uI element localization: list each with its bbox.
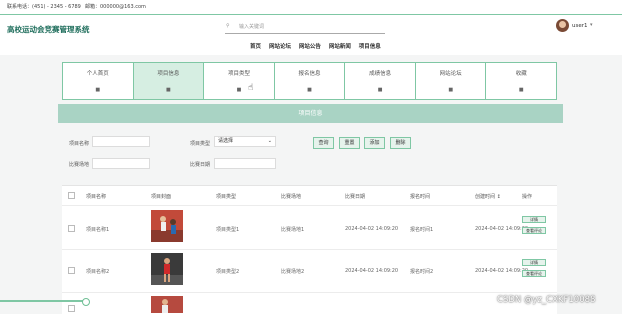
header-venue: 比赛场地	[281, 194, 302, 200]
home-icon: ■	[166, 87, 171, 93]
row-checkbox[interactable]	[68, 267, 75, 274]
type-select-value: 请选择	[218, 138, 234, 144]
cell-signup: 报名时间1	[410, 227, 434, 233]
top-info-bar: 联系电话：(451) - 2345 - 6789 邮箱：000000@163.c…	[0, 0, 622, 15]
top-nav: 首页 网站论坛 网站公告 网站新闻 项目信息	[250, 42, 387, 50]
tab-forum[interactable]: 网站论坛 ■	[416, 63, 487, 99]
row-divider	[62, 292, 557, 293]
tab-label: 成绩信息	[369, 71, 392, 77]
cell-date: 2024-04-02 14:09:20	[345, 226, 399, 232]
row-divider	[62, 205, 557, 206]
project-cover-image[interactable]	[151, 296, 183, 313]
home-icon: ■	[448, 87, 454, 93]
name-filter-label: 项目名称	[69, 141, 90, 147]
site-header: 高校运动会竞赛管理系统 ⚲ 输入关键词 首页 网站论坛 网站公告 网站新闻 项目…	[0, 15, 622, 55]
venue-filter-label: 比赛场地	[69, 162, 90, 168]
avatar[interactable]	[556, 19, 569, 32]
header-type: 项目类型	[216, 194, 237, 200]
tab-label: 报名信息	[298, 71, 321, 77]
site-title: 高校运动会竞赛管理系统	[7, 25, 90, 34]
cell-created: 2024-04-02 14:09:20	[475, 268, 529, 274]
hand-cursor-icon: ☝	[248, 83, 254, 93]
chevron-down-icon: ⌄	[267, 138, 272, 144]
name-filter-input[interactable]	[92, 136, 150, 147]
reset-button[interactable]: 重置	[339, 137, 360, 149]
username[interactable]: user1	[572, 23, 588, 29]
header-date: 比赛日期	[345, 194, 366, 200]
tab-score[interactable]: 成绩信息 ■	[345, 63, 416, 99]
project-cover-image[interactable]	[151, 210, 183, 242]
cell-date: 2024-04-02 14:09:20	[345, 268, 399, 274]
cell-type: 项目类型1	[216, 227, 240, 233]
delete-button[interactable]: 删除	[390, 137, 411, 149]
tab-label: 项目信息	[157, 71, 180, 77]
select-all-checkbox[interactable]	[68, 192, 75, 199]
header-actions: 操作	[522, 194, 533, 200]
type-filter-label: 项目类型	[190, 141, 211, 147]
nav-project-info[interactable]: 项目信息	[359, 42, 381, 50]
contact-email: 邮箱：000000@163.com	[85, 4, 146, 10]
contact-phone: 联系电话：(451) - 2345 - 6789	[7, 4, 81, 10]
header-created[interactable]: 创建时间 ↕	[475, 193, 501, 200]
date-filter-input[interactable]	[214, 158, 276, 169]
center-tabs: 个人首页 ■ 项目信息 ■ 项目类型 ■ 报名信息 ■ 成绩信息 ■ 网站论坛 ■ 收藏 ■	[62, 62, 557, 100]
home-icon: ■	[95, 87, 101, 93]
cell-name: 项目名称1	[86, 227, 110, 233]
project-cover-image[interactable]	[151, 253, 183, 285]
header-name: 项目名称	[86, 194, 107, 200]
cell-name: 项目名称2	[86, 269, 110, 275]
nav-news[interactable]: 网站新闻	[329, 42, 351, 50]
horizontal-scrollbar[interactable]	[0, 300, 88, 302]
tab-project-type[interactable]: 项目类型 ■	[204, 63, 275, 99]
scrollbar-handle[interactable]	[82, 298, 90, 306]
type-filter-select[interactable]: 请选择 ⌄	[214, 136, 276, 147]
chevron-down-icon[interactable]: ▾	[590, 22, 593, 28]
add-button[interactable]: 添加	[364, 137, 385, 149]
query-button[interactable]: 查询	[313, 137, 334, 149]
detail-button[interactable]: 详情	[522, 259, 546, 266]
search-placeholder: 输入关键词	[239, 24, 265, 30]
section-banner: 项目信息	[58, 104, 563, 123]
tab-label: 个人首页	[86, 71, 109, 77]
home-icon: ■	[307, 87, 312, 93]
header-signup: 报名时间	[410, 194, 431, 200]
row-divider	[62, 249, 557, 250]
date-filter-label: 比赛日期	[190, 162, 211, 168]
venue-filter-input[interactable]	[92, 158, 150, 169]
row-checkbox[interactable]	[68, 305, 75, 312]
home-icon: ■	[518, 87, 524, 93]
tab-profile[interactable]: 个人首页 ■	[63, 63, 134, 99]
nav-home[interactable]: 首页	[250, 42, 261, 50]
tab-project-info[interactable]: 项目信息 ■	[133, 63, 205, 99]
tab-label: 项目类型	[227, 71, 250, 77]
tab-signup[interactable]: 报名信息 ■	[275, 63, 346, 99]
nav-forum[interactable]: 网站论坛	[269, 42, 291, 50]
cell-venue: 比赛场地1	[281, 227, 305, 233]
tab-label: 收藏	[515, 71, 527, 77]
tab-favorites[interactable]: 收藏 ■	[486, 63, 556, 99]
header-cover: 项目封面	[151, 194, 172, 200]
cell-type: 项目类型2	[216, 269, 240, 275]
cell-created: 2024-04-02 14:09:20	[475, 226, 529, 232]
detail-button[interactable]: 详情	[522, 216, 546, 223]
home-icon: ■	[377, 87, 383, 93]
nav-notice[interactable]: 网站公告	[299, 42, 321, 50]
home-icon: ■	[236, 87, 242, 93]
row-checkbox[interactable]	[68, 225, 75, 232]
view-comments-button[interactable]: 查看评论	[522, 270, 546, 277]
view-comments-button[interactable]: 查看评论	[522, 227, 546, 234]
search-icon: ⚲	[226, 23, 230, 29]
cell-venue: 比赛场地2	[281, 269, 305, 275]
tab-label: 网站论坛	[439, 71, 462, 77]
search-input[interactable]: ⚲ 输入关键词	[225, 21, 385, 34]
cell-signup: 报名时间2	[410, 269, 434, 275]
watermark: CSDN @yz_CXKF10088	[497, 295, 596, 305]
